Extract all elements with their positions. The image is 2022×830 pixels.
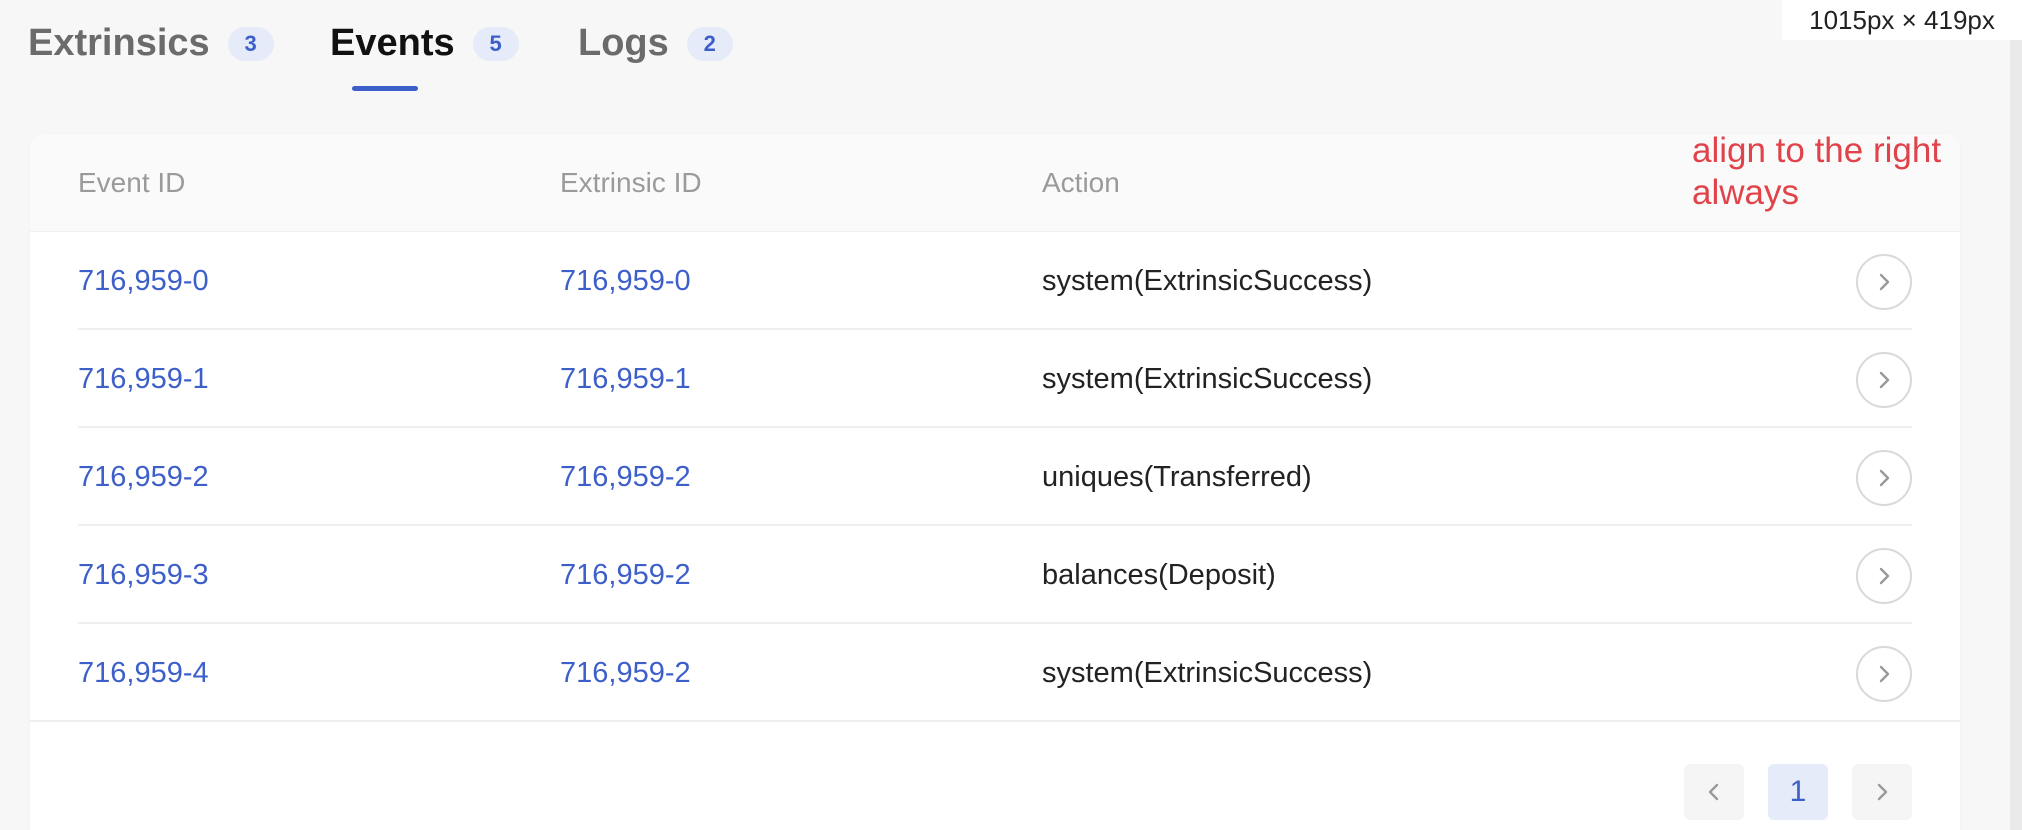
event-id-link[interactable]: 716,959-1 (78, 330, 209, 428)
tab-logs[interactable]: Logs 2 (578, 18, 733, 92)
table-header: Event ID Extrinsic ID Action (30, 134, 1960, 232)
extrinsic-id-link[interactable]: 716,959-1 (560, 330, 691, 428)
active-tab-indicator (352, 86, 418, 91)
chevron-right-icon (1877, 783, 1888, 801)
row-details-button[interactable] (1856, 548, 1912, 604)
action-text: system(ExtrinsicSuccess) (1042, 265, 1373, 297)
table-row: 716,959-4 716,959-2 system(ExtrinsicSucc… (30, 624, 1960, 722)
header-action: Action (1042, 167, 1120, 198)
extrinsic-id-link[interactable]: 716,959-2 (560, 428, 691, 526)
chevron-right-icon (1879, 371, 1890, 389)
design-annotation: align to the right always (1692, 131, 1942, 212)
count-badge: 2 (686, 27, 733, 61)
tab-label: Events (330, 22, 455, 64)
action-text: uniques(Transferred) (1042, 461, 1312, 493)
page-button-current[interactable]: 1 (1768, 764, 1828, 820)
row-details-button[interactable] (1856, 254, 1912, 310)
pagination: 1 (1684, 764, 1912, 820)
size-tag: 1015px × 419px (1782, 0, 2022, 40)
row-details-button[interactable] (1856, 450, 1912, 506)
count-badge: 3 (227, 27, 274, 61)
extrinsic-id-link[interactable]: 716,959-2 (560, 624, 691, 722)
extrinsic-id-link[interactable]: 716,959-2 (560, 526, 691, 624)
events-table-card: Event ID Extrinsic ID Action 716,959-0 7… (30, 134, 1960, 830)
chevron-right-icon (1879, 567, 1890, 585)
chevron-left-icon (1708, 783, 1719, 801)
tab-label: Extrinsics (28, 22, 210, 64)
event-id-link[interactable]: 716,959-0 (78, 232, 209, 330)
count-badge: 5 (472, 27, 519, 61)
chevron-right-icon (1879, 273, 1890, 291)
row-divider (30, 720, 1960, 722)
table-row: 716,959-0 716,959-0 system(ExtrinsicSucc… (30, 232, 1960, 330)
event-id-link[interactable]: 716,959-3 (78, 526, 209, 624)
header-extrinsic-id: Extrinsic ID (560, 167, 702, 198)
action-text: system(ExtrinsicSuccess) (1042, 363, 1373, 395)
tab-extrinsics[interactable]: Extrinsics 3 (28, 18, 274, 92)
table-row: 716,959-3 716,959-2 balances(Deposit) (30, 526, 1960, 624)
event-id-link[interactable]: 716,959-4 (78, 624, 209, 722)
chevron-right-icon (1879, 665, 1890, 683)
table-row: 716,959-1 716,959-1 system(ExtrinsicSucc… (30, 330, 1960, 428)
tab-events[interactable]: Events 5 (330, 18, 519, 92)
row-details-button[interactable] (1856, 646, 1912, 702)
scrollbar-track[interactable] (2010, 40, 2022, 830)
event-id-link[interactable]: 716,959-2 (78, 428, 209, 526)
action-text: system(ExtrinsicSuccess) (1042, 657, 1373, 689)
row-details-button[interactable] (1856, 352, 1912, 408)
next-page-button[interactable] (1852, 764, 1912, 820)
extrinsic-id-link[interactable]: 716,959-0 (560, 232, 691, 330)
tab-label: Logs (578, 22, 669, 64)
header-event-id: Event ID (78, 167, 186, 198)
chevron-right-icon (1879, 469, 1890, 487)
table-row: 716,959-2 716,959-2 uniques(Transferred) (30, 428, 1960, 526)
previous-page-button[interactable] (1684, 764, 1744, 820)
action-text: balances(Deposit) (1042, 559, 1276, 591)
